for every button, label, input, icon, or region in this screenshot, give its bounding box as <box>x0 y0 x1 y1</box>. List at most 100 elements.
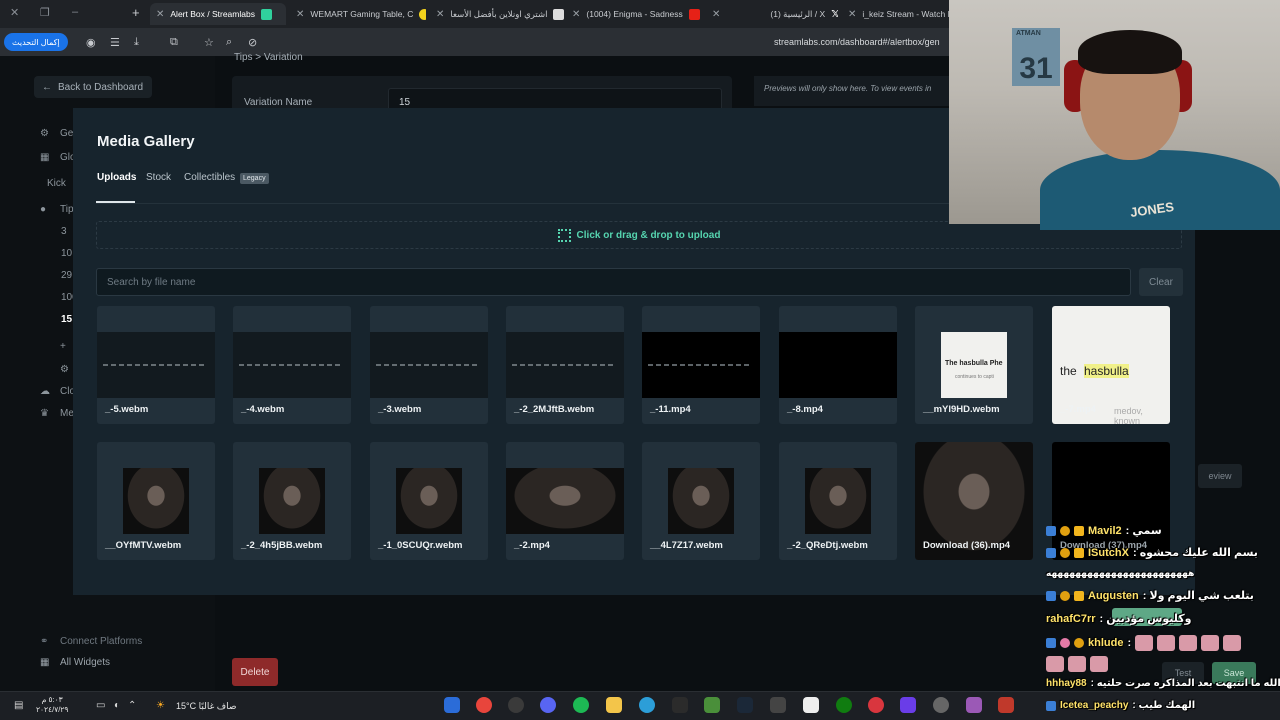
file-name: _-4.webm <box>241 404 285 415</box>
chat-username: Augusten <box>1088 589 1139 602</box>
media-card[interactable]: __OYfMTV.webm <box>97 442 215 560</box>
zoom-icon[interactable]: ⌕ <box>226 36 232 49</box>
close-tab-icon[interactable]: ✕ <box>712 9 720 20</box>
tab-collectibles[interactable]: Collectibles <box>184 172 235 183</box>
window-close-icon[interactable]: ✕ <box>10 6 19 19</box>
emote-icon <box>1179 635 1198 651</box>
add-variation-icon[interactable]: + <box>60 341 66 352</box>
media-card[interactable]: _-4.webm <box>233 306 351 424</box>
valorant-icon[interactable] <box>868 697 884 713</box>
url-field[interactable]: streamlabs.com/dashboard#/alertbox/gen <box>774 37 940 47</box>
close-tab-icon[interactable]: ✕ <box>156 9 164 20</box>
epic-games-icon[interactable] <box>770 697 786 713</box>
sub-badge-icon <box>1060 590 1070 601</box>
variation-item[interactable]: 3 <box>61 226 67 237</box>
tab-amazon[interactable]: ✕ اشتري اونلاين بأفضل الأسعا <box>430 3 566 25</box>
search-input[interactable] <box>96 268 1131 296</box>
media-card[interactable]: the hasbulla medov, known _-7.mp4 <box>1052 306 1170 424</box>
tab-wemart[interactable]: ✕ WEMART Gaming Table, C <box>290 3 426 25</box>
kick-studio-icon[interactable] <box>672 697 688 713</box>
taskbar-clock[interactable]: ٥:٠٣ م ٢٠٢٤/٧/٢٩ <box>36 695 68 715</box>
tab-uploads[interactable]: Uploads <box>97 172 136 183</box>
thumbnail-caption: The hasbulla Phe <box>945 360 1003 367</box>
notifications-icon[interactable]: ▤ <box>14 700 23 711</box>
settings-icon[interactable] <box>933 697 949 713</box>
tab-kick-stream[interactable]: ✕ i_keiz Stream - Watch Liv <box>842 3 952 25</box>
download-icon[interactable]: ⤓ <box>134 36 139 49</box>
reading-list-icon[interactable]: ☰ <box>110 36 120 49</box>
update-button[interactable]: إكمال التحديث <box>4 33 68 51</box>
tray-expand-icon[interactable]: ⌃ <box>128 700 136 711</box>
connect-platforms-link[interactable]: Connect Platforms <box>60 636 142 647</box>
media-card[interactable]: _-2.mp4 <box>506 442 624 560</box>
close-tab-icon[interactable]: ✕ <box>296 9 304 20</box>
tab-label: i_keiz Stream - Watch Liv <box>862 9 952 19</box>
app-icon[interactable] <box>900 697 916 713</box>
sidebar-item-tips[interactable]: Tip <box>60 204 74 215</box>
media-card[interactable]: Download (36).mp4 <box>915 442 1033 560</box>
media-card[interactable]: _-2_2MJftB.webm <box>506 306 624 424</box>
minecraft-icon[interactable] <box>704 697 720 713</box>
new-tab-icon[interactable]: + <box>132 5 140 20</box>
discord-icon[interactable] <box>540 697 556 713</box>
upload-dropzone[interactable]: Click or drag & drop to upload <box>96 221 1182 249</box>
media-card[interactable]: _-8.mp4 <box>779 306 897 424</box>
file-name: _-3.webm <box>378 404 422 415</box>
variation-item[interactable]: 10 <box>61 248 72 259</box>
weather-widget[interactable]: 15°C صاف غالبًا <box>176 701 237 712</box>
kick-app-icon[interactable] <box>444 697 460 713</box>
app-icon[interactable] <box>966 697 982 713</box>
all-widgets-link[interactable]: All Widgets <box>60 657 110 668</box>
file-name: Download (36).mp4 <box>923 540 1011 551</box>
extensions-icon[interactable]: ⧉ <box>170 36 178 49</box>
clear-button[interactable]: Clear <box>1139 268 1183 296</box>
media-card[interactable]: __4L7Z17.webm <box>642 442 760 560</box>
xbox-icon[interactable] <box>836 697 852 713</box>
media-card[interactable]: _-2_QReDtj.webm <box>779 442 897 560</box>
variation-item-active[interactable]: 15 <box>61 314 72 325</box>
chrome-icon[interactable] <box>476 697 492 713</box>
media-card[interactable]: _-5.webm <box>97 306 215 424</box>
sidebar-item-media[interactable]: Me <box>60 408 74 419</box>
crown-badge-icon <box>1074 590 1084 601</box>
sidebar-item-kick[interactable]: Kick <box>47 178 66 189</box>
close-tab-icon[interactable]: ✕ <box>436 9 444 20</box>
tab-stock[interactable]: Stock <box>146 172 171 183</box>
variation-item[interactable]: 29 <box>61 270 72 281</box>
profile-icon[interactable]: ◉ <box>86 36 96 49</box>
window-minimize-icon[interactable]: – <box>72 6 78 18</box>
tip-icon: ● <box>40 204 47 215</box>
tab-x[interactable]: ✕ (1) الرئيسية / X 𝕏 <box>706 3 838 25</box>
media-card[interactable]: _-11.mp4 <box>642 306 760 424</box>
youtube-favicon <box>688 8 700 20</box>
video-thumbnail <box>779 332 897 398</box>
window-restore-icon[interactable]: ❐ <box>40 6 50 19</box>
media-card[interactable]: _-2_4h5jBB.webm <box>233 442 351 560</box>
media-card[interactable]: The hasbulla Phe continues to capti __mY… <box>915 306 1033 424</box>
network-icon[interactable]: ▭ <box>96 700 105 711</box>
volume-icon[interactable]: ◐ <box>114 700 120 711</box>
spotify-icon[interactable] <box>573 697 589 713</box>
thumbnail-scanline <box>376 364 480 366</box>
app-icon[interactable] <box>998 697 1014 713</box>
close-tab-icon[interactable]: ✕ <box>572 9 580 20</box>
modal-title: Media Gallery <box>97 133 195 150</box>
close-tab-icon[interactable]: ✕ <box>848 9 856 20</box>
steam-icon[interactable] <box>737 697 753 713</box>
media-card[interactable]: _-1_0SCUQr.webm <box>370 442 488 560</box>
tab-youtube[interactable]: ✕ (1004) Enigma - Sadness <box>566 3 706 25</box>
tracking-off-icon[interactable]: ⊘ <box>248 36 257 49</box>
back-to-dashboard-button[interactable]: ← Back to Dashboard <box>34 76 152 98</box>
delete-button[interactable]: Delete <box>232 658 278 686</box>
tab-alert-box[interactable]: ✕ Alert Box / Streamlabs <box>150 3 286 25</box>
preview-button[interactable]: eview <box>1198 464 1242 488</box>
file-explorer-icon[interactable] <box>606 697 622 713</box>
bookmark-star-icon[interactable]: ☆ <box>204 36 214 49</box>
notepad-icon[interactable] <box>803 697 819 713</box>
x-favicon: 𝕏 <box>831 8 838 20</box>
obs-icon[interactable] <box>508 697 524 713</box>
media-card[interactable]: _-3.webm <box>370 306 488 424</box>
edge-icon[interactable] <box>639 697 655 713</box>
widgets-icon: ▦ <box>40 657 50 668</box>
media-card[interactable]: Download (37).mp4 <box>1052 442 1170 560</box>
